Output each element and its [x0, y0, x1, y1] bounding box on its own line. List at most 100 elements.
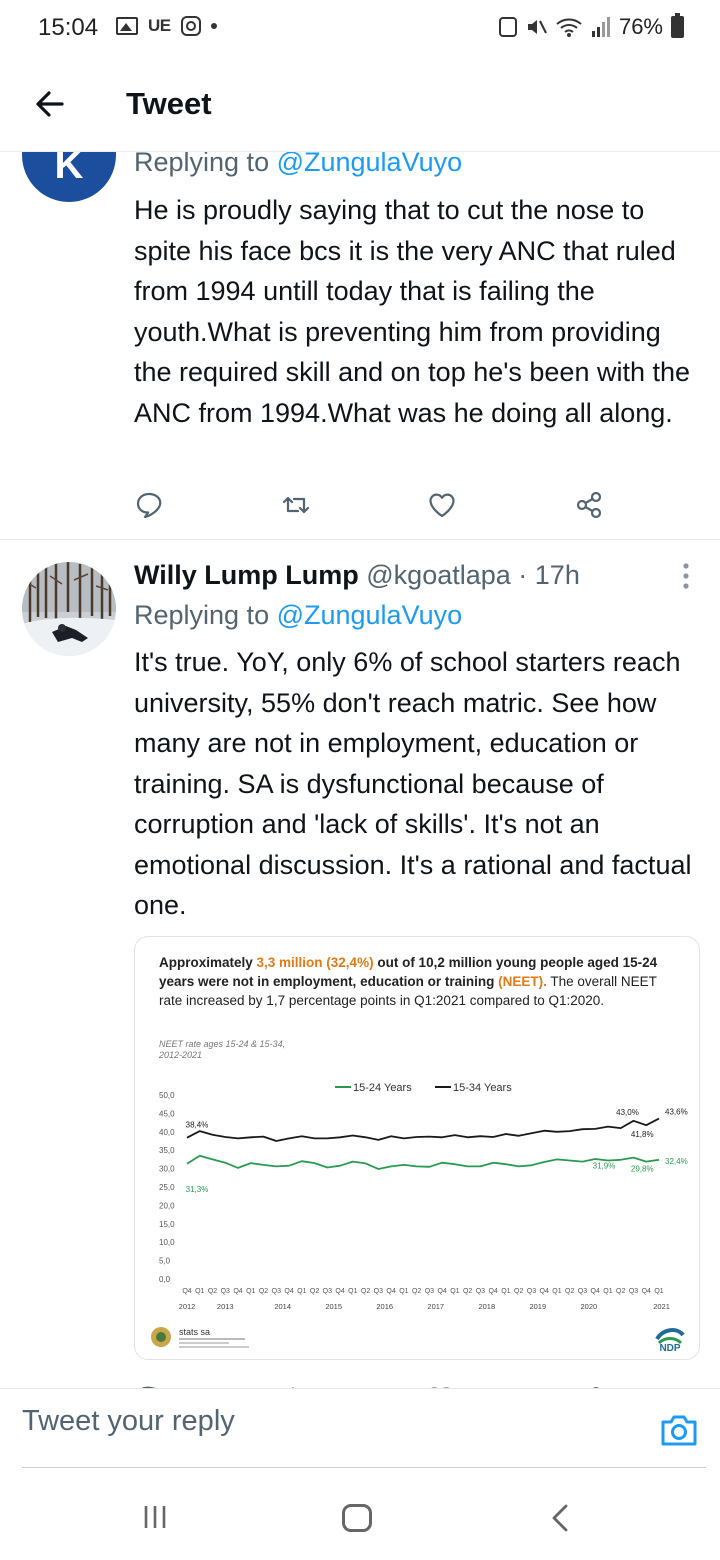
- x-tick-label: Q2: [310, 1288, 319, 1295]
- x-year-label: 2020: [580, 1302, 597, 1311]
- y-tick-label: 20,0: [159, 1201, 175, 1210]
- author-handle[interactable]: @kgoatlapa: [366, 560, 511, 590]
- x-tick-label: Q1: [195, 1288, 204, 1295]
- instagram-icon: [180, 16, 201, 36]
- data-label: 38,4%: [186, 1121, 209, 1130]
- nav-back-icon[interactable]: [550, 1504, 570, 1532]
- x-tick-label: Q3: [578, 1288, 587, 1295]
- x-tick-label: Q2: [412, 1288, 421, 1295]
- home-icon[interactable]: [342, 1504, 372, 1532]
- replying-prefix: Replying to: [134, 152, 277, 177]
- stats-sa-logo: stats sa: [151, 1327, 249, 1348]
- x-year-label: 2015: [325, 1302, 342, 1311]
- data-label: 29,8%: [631, 1165, 654, 1174]
- tweet-header: Willy Lump Lump @kgoatlapa · 17h: [134, 560, 580, 591]
- y-tick-label: 25,0: [159, 1183, 175, 1192]
- x-tick-label: Q1: [450, 1288, 459, 1295]
- replying-to: Replying to @ZungulaVuyo: [134, 600, 462, 631]
- x-tick-label: Q3: [272, 1288, 281, 1295]
- avatar[interactable]: [22, 562, 116, 656]
- tweet-time: 17h: [534, 560, 580, 590]
- status-bar: 15:04 UE 76%: [0, 0, 720, 62]
- x-tick-label: Q3: [221, 1288, 230, 1295]
- camera-icon[interactable]: [660, 1413, 698, 1447]
- app-header: Tweet: [0, 62, 720, 152]
- recent-apps-icon[interactable]: [142, 1504, 168, 1530]
- x-tick-label: Q2: [463, 1288, 472, 1295]
- data-label: 43,6%: [665, 1108, 688, 1117]
- notification-icons: UE: [116, 16, 217, 36]
- battery-icon: [671, 13, 684, 38]
- system-icons: 76%: [498, 13, 684, 40]
- series-line: [186, 1154, 660, 1170]
- replying-prefix: Replying to: [134, 600, 277, 630]
- more-options-icon[interactable]: [682, 562, 690, 590]
- x-tick-label: Q1: [603, 1288, 612, 1295]
- reply-composer: Tweet your reply: [0, 1388, 720, 1468]
- x-tick-label: Q2: [361, 1288, 370, 1295]
- y-tick-label: 40,0: [159, 1128, 175, 1137]
- tweet-text: He is proudly saying that to cut the nos…: [134, 195, 691, 428]
- x-tick-label: Q4: [540, 1288, 549, 1295]
- x-tick-label: Q4: [488, 1288, 497, 1295]
- share-icon[interactable]: [574, 490, 604, 520]
- x-tick-label: Q1: [399, 1288, 408, 1295]
- x-tick-label: Q3: [629, 1288, 638, 1295]
- x-year-label: 2012: [179, 1302, 196, 1311]
- tweet-actions: [134, 490, 604, 520]
- x-tick-label: Q2: [208, 1288, 217, 1295]
- carrier-label: UE: [148, 16, 171, 35]
- back-arrow-icon[interactable]: [32, 86, 68, 122]
- attached-chart-image[interactable]: Approximately 3,3 million (32,4%) out of…: [134, 936, 700, 1360]
- x-year-label: 2014: [274, 1302, 291, 1311]
- x-tick-label: Q1: [297, 1288, 306, 1295]
- tweet-text: It's true. YoY, only 6% of school starte…: [134, 647, 692, 920]
- x-tick-label: Q1: [654, 1288, 663, 1295]
- tweet-reply-2[interactable]: Willy Lump Lump @kgoatlapa · 17h Replyin…: [0, 540, 720, 1388]
- reply-input[interactable]: Tweet your reply: [22, 1405, 235, 1438]
- x-tick-label: Q2: [259, 1288, 268, 1295]
- data-label: 31,9%: [593, 1162, 616, 1171]
- x-tick-label: Q1: [348, 1288, 357, 1295]
- data-label: 41,8%: [631, 1130, 654, 1139]
- android-nav-bar: [0, 1468, 720, 1560]
- x-tick-label: Q3: [476, 1288, 485, 1295]
- y-tick-label: 45,0: [159, 1109, 175, 1118]
- y-tick-label: 50,0: [159, 1091, 175, 1100]
- x-tick-label: Q4: [182, 1288, 191, 1295]
- x-tick-label: Q2: [565, 1288, 574, 1295]
- y-tick-label: 30,0: [159, 1165, 175, 1174]
- x-tick-label: Q4: [386, 1288, 395, 1295]
- x-tick-label: Q1: [246, 1288, 255, 1295]
- x-tick-label: Q4: [642, 1288, 651, 1295]
- battery-percent: 76%: [618, 14, 663, 39]
- like-icon[interactable]: [427, 490, 457, 520]
- meta-separator: ·: [510, 560, 535, 590]
- avatar[interactable]: K: [22, 152, 116, 202]
- author-name[interactable]: Willy Lump Lump: [134, 560, 359, 590]
- tweet-reply-1[interactable]: K Replying to @ZungulaVuyo He is proudly…: [0, 152, 720, 540]
- reply-icon[interactable]: [134, 490, 164, 520]
- x-tick-label: Q4: [335, 1288, 344, 1295]
- legend-label: 15-34 Years: [453, 1082, 512, 1094]
- data-label: 32,4%: [665, 1157, 688, 1166]
- x-tick-label: Q4: [233, 1288, 242, 1295]
- replying-handle-link[interactable]: @ZungulaVuyo: [277, 152, 463, 177]
- x-year-label: 2019: [529, 1302, 546, 1311]
- x-tick-label: Q3: [527, 1288, 536, 1295]
- replying-to: Replying to @ZungulaVuyo: [134, 152, 462, 178]
- x-year-label: 2017: [427, 1302, 444, 1311]
- stats-sa-text: stats sa: [179, 1327, 210, 1337]
- neet-line-chart: 50,0 45,0 40,0 35,0 30,0 25,0 20,0 15,0 10,0 5,0 0…: [159, 1082, 688, 1311]
- replying-handle-link[interactable]: @ZungulaVuyo: [277, 600, 463, 630]
- wifi-icon: [556, 18, 582, 37]
- mute-icon: [527, 20, 547, 34]
- x-tick-label: Q1: [552, 1288, 561, 1295]
- x-tick-label: Q2: [514, 1288, 523, 1295]
- avatar-letter: K: [54, 152, 84, 187]
- y-tick-label: 35,0: [159, 1146, 175, 1155]
- series-line: [186, 1117, 660, 1142]
- retweet-icon[interactable]: [281, 490, 311, 520]
- more-notifications-icon: [210, 23, 217, 29]
- x-tick-label: Q2: [616, 1288, 625, 1295]
